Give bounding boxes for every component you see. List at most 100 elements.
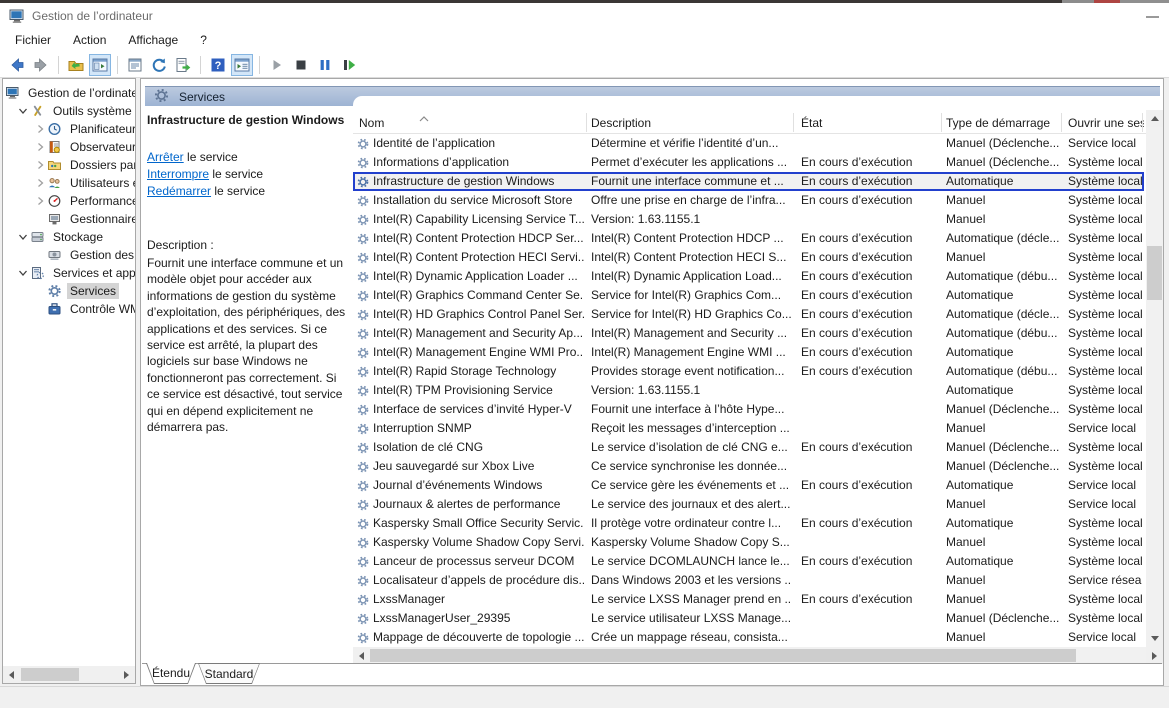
scrollbar-thumb[interactable] [1147,246,1162,300]
scrollbar-thumb[interactable] [370,649,1076,662]
service-row-intel-r-management-and-security-ap[interactable]: Intel(R) Management and Security Ap... I… [353,324,1144,343]
tree-item-performance[interactable]: Performance [3,192,135,210]
scrollbar-thumb[interactable] [21,668,79,681]
menu-bar: Fichier Action Affichage ? [0,28,1169,52]
service-row-interruption-snmp[interactable]: Interruption SNMP Reçoit les messages d’… [353,419,1144,438]
menu-action[interactable]: Action [62,30,117,50]
scroll-left-button[interactable] [353,647,370,664]
service-row-localisateur-d-appels-de-procedure-dis[interactable]: Localisateur d’appels de procédure dis..… [353,571,1144,590]
tree-expander[interactable] [33,284,47,298]
service-row-journaux-alertes-de-performance[interactable]: Journaux & alertes de performance Le ser… [353,495,1144,514]
tab-standard[interactable]: Standard [198,663,260,684]
export-list-button[interactable] [172,54,194,76]
column-divider[interactable] [1142,113,1143,132]
service-row-intel-r-capability-licensing-service-t[interactable]: Intel(R) Capability Licensing Service T.… [353,210,1144,229]
console-tree: Gestion de l’ordinate Outils système Pla… [3,84,135,318]
column-divider[interactable] [1061,113,1062,132]
menu-affichage[interactable]: Affichage [117,30,189,50]
scroll-down-button[interactable] [1146,630,1163,647]
chevron-right-icon[interactable] [33,158,47,172]
service-row-interface-de-services-d-invite-hyper-v[interactable]: Interface de services d’invité Hyper-V F… [353,400,1144,419]
stop-service-link[interactable]: Arrêter [147,150,184,164]
service-row-intel-r-content-protection-hdcp-ser[interactable]: Intel(R) Content Protection HDCP Ser... … [353,229,1144,248]
chevron-down-icon[interactable] [16,230,30,244]
service-row-jeu-sauvegarde-sur-xbox-live[interactable]: Jeu sauvegardé sur Xbox Live Ce service … [353,457,1144,476]
forward-button[interactable] [30,54,52,76]
minimize-button[interactable] [1146,16,1159,18]
help-button[interactable]: ? [207,54,229,76]
extended-view-button[interactable] [231,54,253,76]
chevron-down-icon[interactable] [16,266,30,280]
service-row-intel-r-hd-graphics-control-panel-ser[interactable]: Intel(R) HD Graphics Control Panel Ser..… [353,305,1144,324]
column-header-ouvrir-session[interactable]: Ouvrir une ses [1068,114,1144,132]
back-button[interactable] [6,54,28,76]
tree-item-services[interactable]: Services [3,282,135,300]
tree-item-dossiers-part[interactable]: Dossiers part [3,156,135,174]
tree-item-services-et-applic[interactable]: Services et applic [3,264,135,282]
properties-button[interactable] [124,54,146,76]
service-row-kaspersky-small-office-security-servic[interactable]: Kaspersky Small Office Security Servic..… [353,514,1144,533]
scroll-right-button[interactable] [1146,647,1163,664]
restart-service-link[interactable]: Redémarrer [147,184,211,198]
show-console-tree-button[interactable] [65,54,87,76]
start-service-button[interactable] [266,54,288,76]
scroll-up-button[interactable] [1146,110,1163,127]
service-row-intel-r-rapid-storage-technology[interactable]: Intel(R) Rapid Storage Technology Provid… [353,362,1144,381]
tree-horizontal-scrollbar[interactable] [3,666,135,683]
service-row-lxssmanageruser-29395[interactable]: LxssManagerUser_29395 Le service utilisa… [353,609,1144,628]
restart-service-button[interactable] [338,54,360,76]
service-row-journal-d-evenements-windows[interactable]: Journal d’événements Windows Ce service … [353,476,1144,495]
column-divider[interactable] [793,113,794,132]
tree-item-gestion-de-l-ordinate[interactable]: Gestion de l’ordinate [3,84,135,102]
service-row-isolation-de-cle-cng[interactable]: Isolation de clé CNG Le service d’isolat… [353,438,1144,457]
tree-item-gestion-des-d[interactable]: Gestion des d [3,246,135,264]
service-row-intel-r-content-protection-heci-servi[interactable]: Intel(R) Content Protection HECI Servi..… [353,248,1144,267]
pause-service-button[interactable] [314,54,336,76]
column-header-nom[interactable]: Nom [359,114,579,132]
column-header-etat[interactable]: État [801,114,935,132]
service-row-mappage-de-decouverte-de-topologie[interactable]: Mappage de découverte de topologie ... C… [353,628,1144,647]
tree-item-outils-systeme[interactable]: Outils système [3,102,135,120]
chevron-right-icon[interactable] [33,176,47,190]
chevron-right-icon[interactable] [33,140,47,154]
tree-item-gestionnaire[interactable]: Gestionnaire [3,210,135,228]
tab-etendu[interactable]: Étendu [146,663,196,684]
console-window-button[interactable] [89,54,111,76]
pause-service-link[interactable]: Interrompre [147,167,209,181]
tree-item-stockage[interactable]: Stockage [3,228,135,246]
menu-help[interactable]: ? [189,30,218,50]
stop-service-button[interactable] [290,54,312,76]
chevron-right-icon[interactable] [33,122,47,136]
menu-fichier[interactable]: Fichier [4,30,62,50]
service-row-intel-r-tpm-provisioning-service[interactable]: Intel(R) TPM Provisioning Service Versio… [353,381,1144,400]
service-row-lanceur-de-processus-serveur-dcom[interactable]: Lanceur de processus serveur DCOM Le ser… [353,552,1144,571]
column-header-type-demarrage[interactable]: Type de démarrage [946,114,1056,132]
service-row-kaspersky-volume-shadow-copy-servi[interactable]: Kaspersky Volume Shadow Copy Servi... Ka… [353,533,1144,552]
service-row-lxssmanager[interactable]: LxssManager Le service LXSS Manager pren… [353,590,1144,609]
tree-item-utilisateurs-e[interactable]: Utilisateurs e [3,174,135,192]
tree-item-controle-wm[interactable]: Contrôle WM [3,300,135,318]
service-row-intel-r-management-engine-wmi-pro[interactable]: Intel(R) Management Engine WMI Pro... In… [353,343,1144,362]
column-divider[interactable] [586,113,587,132]
service-row-intel-r-graphics-command-center-se[interactable]: Intel(R) Graphics Command Center Se... S… [353,286,1144,305]
tree-expander[interactable] [33,248,47,262]
services-list: Nom Description État Type de démarrage O… [353,96,1163,664]
column-divider[interactable] [941,113,942,132]
tree-expander[interactable] [33,212,47,226]
service-row-installation-du-service-microsoft-store[interactable]: Installation du service Microsoft Store … [353,191,1144,210]
chevron-right-icon[interactable] [33,194,47,208]
service-row-informations-d-application[interactable]: Informations d’application Permet d’exéc… [353,153,1144,172]
service-row-infrastructure-de-gestion-windows[interactable]: Infrastructure de gestion Windows Fourni… [353,172,1144,191]
refresh-button[interactable] [148,54,170,76]
service-row-identite-de-l-application[interactable]: Identité de l’application Détermine et v… [353,134,1144,153]
column-header-description[interactable]: Description [591,114,787,132]
scroll-left-button[interactable] [3,666,20,683]
tree-item-observateur[interactable]: Observateur [3,138,135,156]
chevron-down-icon[interactable] [16,104,30,118]
list-horizontal-scrollbar[interactable] [353,647,1163,664]
service-row-intel-r-dynamic-application-loader[interactable]: Intel(R) Dynamic Application Loader ... … [353,267,1144,286]
list-vertical-scrollbar[interactable] [1146,110,1163,647]
scroll-right-button[interactable] [118,666,135,683]
tree-item-planificateur[interactable]: Planificateur [3,120,135,138]
tree-expander[interactable] [33,302,47,316]
